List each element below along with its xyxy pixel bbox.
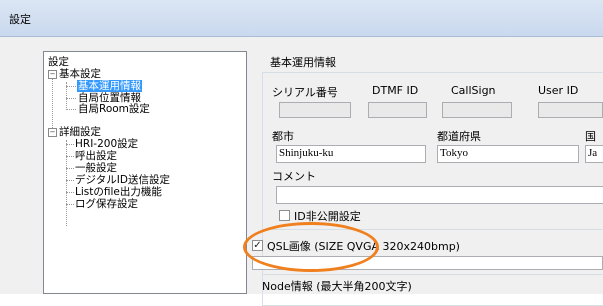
callsign-header: CallSign (451, 84, 496, 97)
node-info-label: Node情報 (最大半角200文字) (262, 280, 412, 293)
callsign-field (442, 102, 512, 118)
tree-basic[interactable]: − 基本設定 (48, 68, 101, 80)
collapse-icon[interactable]: − (48, 127, 57, 137)
userid-field (538, 102, 603, 118)
id-private-checkbox[interactable] (279, 210, 290, 221)
qsl-image-label: QSL画像 (SIZE QVGA 320x240bmp) (267, 240, 460, 253)
tree-item-log[interactable]: ログ保存設定 (75, 198, 138, 210)
tree-item-label: 基本運用情報 (77, 80, 142, 92)
collapse-icon[interactable]: − (48, 69, 57, 79)
prefecture-input[interactable]: Tokyo (437, 145, 579, 163)
country-label: 国 (585, 130, 596, 143)
dtmf-header: DTMF ID (372, 84, 419, 97)
serial-field (279, 102, 351, 118)
tree-item-list-file[interactable]: Listのfile出力機能 (75, 186, 162, 198)
comment-label: コメント (272, 170, 316, 183)
tree-basic-label: 基本設定 (59, 68, 101, 80)
id-private-label: ID非公開設定 (294, 210, 361, 223)
tree-item-basic-info[interactable]: 基本運用情報 (77, 80, 142, 92)
tree-item-call[interactable]: 呼出設定 (75, 150, 117, 162)
tree-item-label: 自局Room設定 (78, 103, 150, 115)
userid-header: User ID (538, 84, 579, 97)
qsl-image-checkbox[interactable]: ✓ (252, 240, 263, 251)
city-input[interactable]: Shinjuku-ku (276, 145, 426, 163)
country-input[interactable]: Ja (585, 145, 603, 163)
settings-tree[interactable]: 設定 −基本設定 基本運用情報 自局位置情報 自局Room設定 −詳細設定 (43, 51, 247, 294)
tree-root[interactable]: 設定 (48, 56, 69, 68)
city-label: 都市 (272, 130, 294, 143)
tree-item-hri200[interactable]: HRI-200設定 (75, 138, 138, 150)
tree-item-label: デジタルID送信設定 (75, 174, 170, 186)
tree-item-label: ログ保存設定 (75, 198, 138, 210)
tree-item-label: Listのfile出力機能 (75, 186, 162, 198)
serial-header: シリアル番号 (272, 86, 338, 99)
tree-item-digital-id[interactable]: デジタルID送信設定 (75, 174, 170, 186)
window-title: 設定 (9, 13, 31, 26)
settings-window: 設定 設定 − 基本設定 基本運用情報 自局位置情報 自局Room設定 − 詳細設定 (0, 0, 603, 306)
tree-root-label: 設定 (48, 56, 69, 68)
qsl-image-field[interactable] (252, 256, 603, 270)
dtmf-field (368, 102, 427, 118)
tree-item-label: 一般設定 (75, 162, 117, 174)
tree-detail-label: 詳細設定 (59, 126, 101, 138)
title-bar[interactable]: 設定 (0, 0, 603, 37)
tree-item-label: HRI-200設定 (75, 138, 139, 150)
tree-detail[interactable]: − 詳細設定 (48, 126, 101, 138)
prefecture-label: 都道府県 (437, 130, 481, 143)
pane-title: 基本運用情報 (270, 56, 336, 69)
tree-item-label: 呼出設定 (75, 150, 117, 162)
tree-item-general[interactable]: 一般設定 (75, 162, 117, 174)
tree-item-room[interactable]: 自局Room設定 (78, 103, 150, 115)
comment-input[interactable] (276, 186, 603, 204)
